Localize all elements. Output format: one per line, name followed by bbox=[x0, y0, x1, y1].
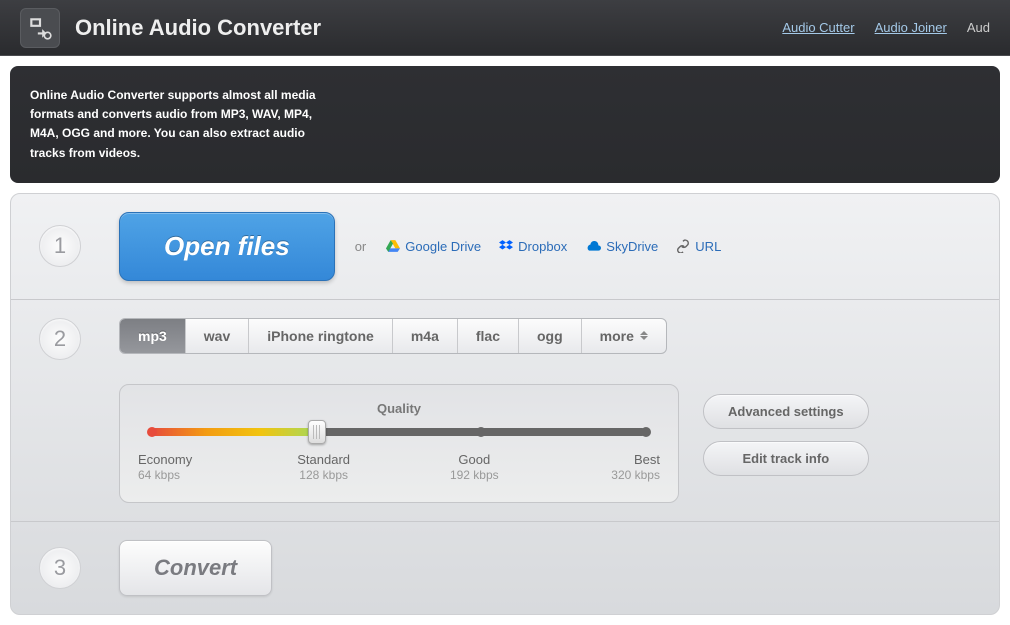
nav-audio-cutter[interactable]: Audio Cutter bbox=[782, 20, 854, 35]
tab-m4a[interactable]: m4a bbox=[393, 319, 458, 353]
step-number-3: 3 bbox=[39, 547, 81, 589]
sort-icon bbox=[640, 331, 648, 340]
quality-title: Quality bbox=[148, 401, 650, 416]
source-links: Google Drive Dropbox SkyDrive URL bbox=[386, 239, 721, 254]
format-tabs: mp3 wav iPhone ringtone m4a flac ogg mor… bbox=[119, 318, 667, 354]
header: Online Audio Converter Audio Cutter Audi… bbox=[0, 0, 1010, 56]
quality-slider[interactable] bbox=[152, 428, 646, 436]
advanced-settings-button[interactable]: Advanced settings bbox=[703, 394, 869, 429]
quality-labels: Economy64 kbps Standard128 kbps Good192 … bbox=[148, 452, 650, 482]
step-2: 2 mp3 wav iPhone ringtone m4a flac ogg m… bbox=[11, 300, 999, 522]
quality-box: Quality Economy64 kbps Standard128 kbps … bbox=[119, 384, 679, 503]
tab-wav[interactable]: wav bbox=[186, 319, 249, 353]
description-box: Online Audio Converter supports almost a… bbox=[10, 66, 1000, 183]
tab-mp3[interactable]: mp3 bbox=[120, 319, 186, 353]
tab-ogg[interactable]: ogg bbox=[519, 319, 582, 353]
dropbox-icon bbox=[499, 240, 513, 252]
app-logo-icon bbox=[20, 8, 60, 48]
slider-thumb[interactable] bbox=[308, 420, 326, 444]
link-icon bbox=[676, 239, 690, 253]
convert-button[interactable]: Convert bbox=[119, 540, 272, 596]
tab-more[interactable]: more bbox=[582, 319, 666, 353]
step-number-2: 2 bbox=[39, 318, 81, 360]
google-drive-icon bbox=[386, 240, 400, 252]
or-text: or bbox=[355, 239, 367, 254]
step-1: 1 Open files or Google Drive Dropbox Sky… bbox=[11, 194, 999, 300]
step-number-1: 1 bbox=[39, 225, 81, 267]
nav-truncated[interactable]: Aud bbox=[967, 20, 990, 35]
source-google-drive[interactable]: Google Drive bbox=[386, 239, 481, 254]
open-files-button[interactable]: Open files bbox=[119, 212, 335, 281]
tab-flac[interactable]: flac bbox=[458, 319, 519, 353]
source-dropbox[interactable]: Dropbox bbox=[499, 239, 567, 254]
source-url[interactable]: URL bbox=[676, 239, 721, 254]
app-title: Online Audio Converter bbox=[75, 15, 321, 41]
source-skydrive[interactable]: SkyDrive bbox=[585, 239, 658, 254]
description-text: Online Audio Converter supports almost a… bbox=[30, 86, 330, 163]
edit-track-info-button[interactable]: Edit track info bbox=[703, 441, 869, 476]
skydrive-icon bbox=[585, 241, 601, 251]
nav-audio-joiner[interactable]: Audio Joiner bbox=[875, 20, 947, 35]
header-nav: Audio Cutter Audio Joiner Aud bbox=[782, 20, 1010, 35]
main-panel: 1 Open files or Google Drive Dropbox Sky… bbox=[10, 193, 1000, 615]
step-3: 3 Convert bbox=[11, 522, 999, 614]
tab-iphone-ringtone[interactable]: iPhone ringtone bbox=[249, 319, 393, 353]
